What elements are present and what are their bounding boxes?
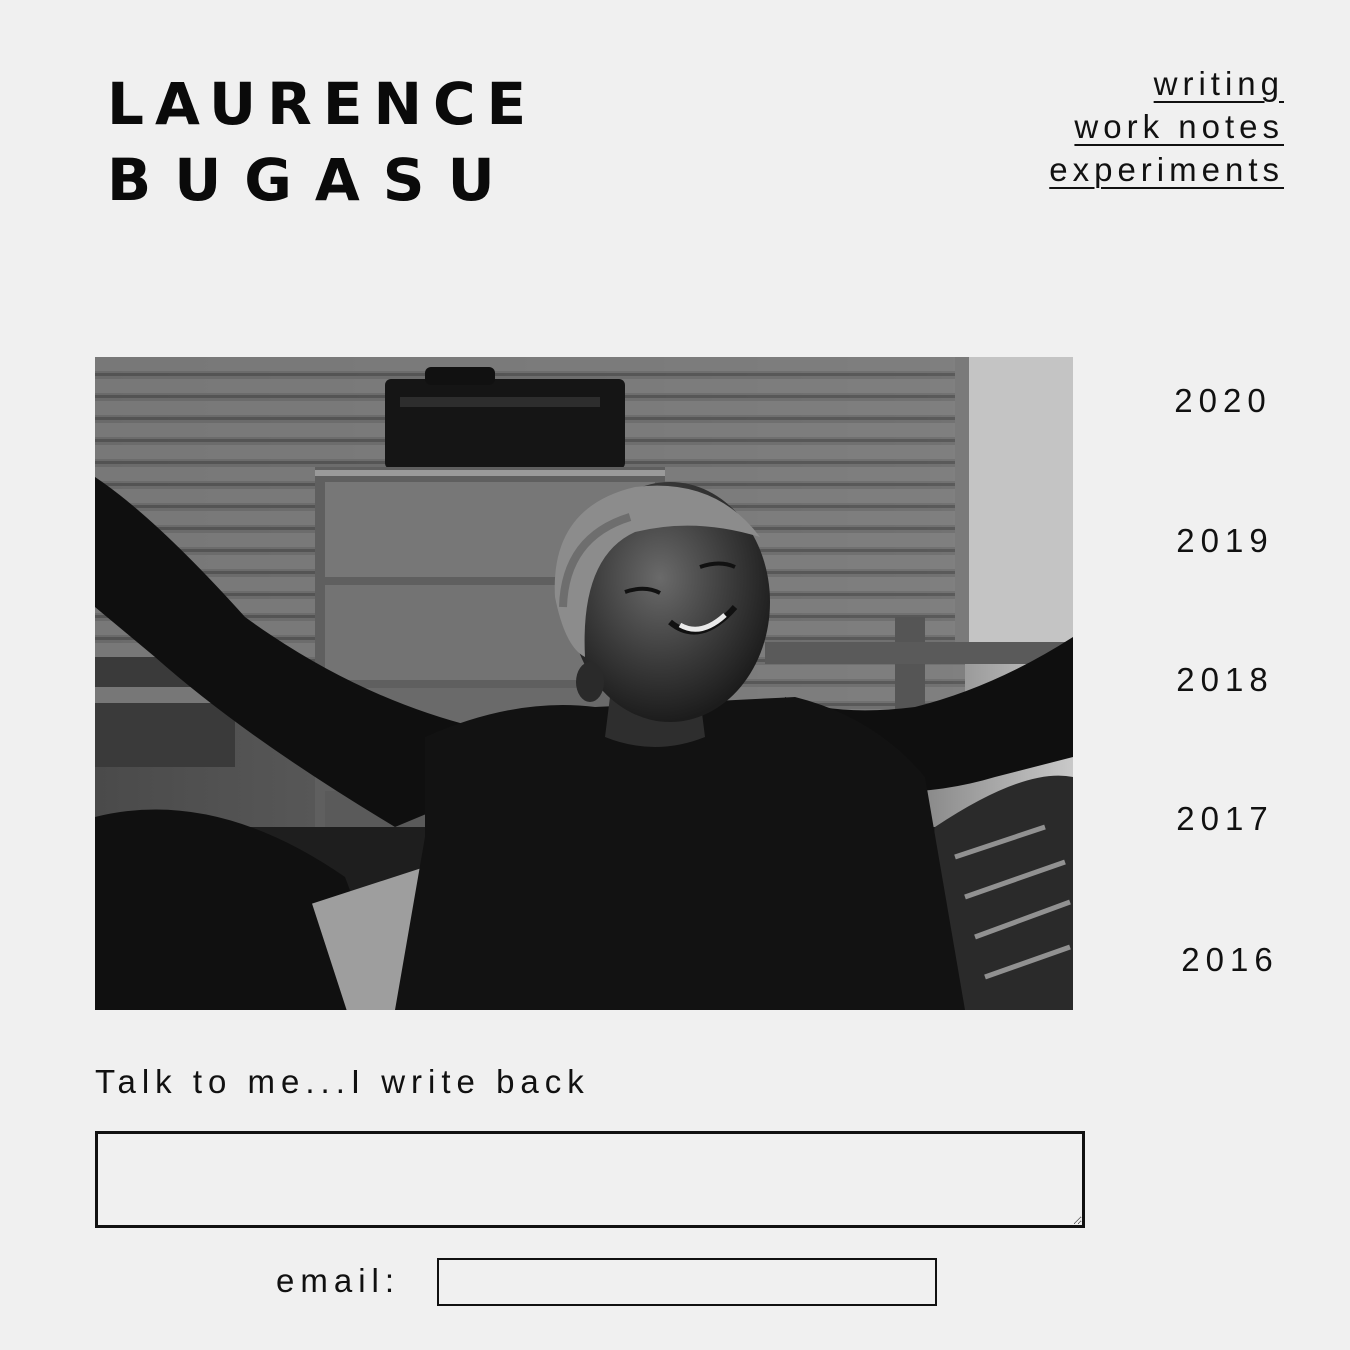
title-first-name: LAURENCE bbox=[107, 70, 538, 138]
portrait-photo bbox=[95, 357, 1073, 1010]
email-field[interactable] bbox=[437, 1258, 937, 1306]
top-nav: writing work notes experiments bbox=[924, 62, 1284, 191]
title-last-name: BUGASU bbox=[107, 146, 518, 214]
year-link-2019[interactable]: 2019 bbox=[1150, 522, 1300, 560]
nav-link-writing[interactable]: writing bbox=[924, 62, 1284, 105]
nav-link-work-notes[interactable]: work notes bbox=[924, 105, 1284, 148]
page: LAURENCE BUGASU writing work notes exper… bbox=[0, 0, 1350, 1350]
year-link-2016[interactable]: 2016 bbox=[1155, 941, 1305, 979]
contact-prompt: Talk to me...I write back bbox=[95, 1063, 590, 1100]
message-field[interactable] bbox=[95, 1131, 1085, 1228]
portrait-photo-illustration bbox=[95, 357, 1073, 1010]
site-title: LAURENCE BUGASU bbox=[107, 66, 537, 218]
year-link-2020[interactable]: 2020 bbox=[1148, 382, 1298, 420]
year-link-2018[interactable]: 2018 bbox=[1150, 661, 1300, 699]
year-link-2017[interactable]: 2017 bbox=[1150, 800, 1300, 838]
email-label: email: bbox=[276, 1262, 401, 1299]
nav-link-experiments[interactable]: experiments bbox=[924, 148, 1284, 191]
